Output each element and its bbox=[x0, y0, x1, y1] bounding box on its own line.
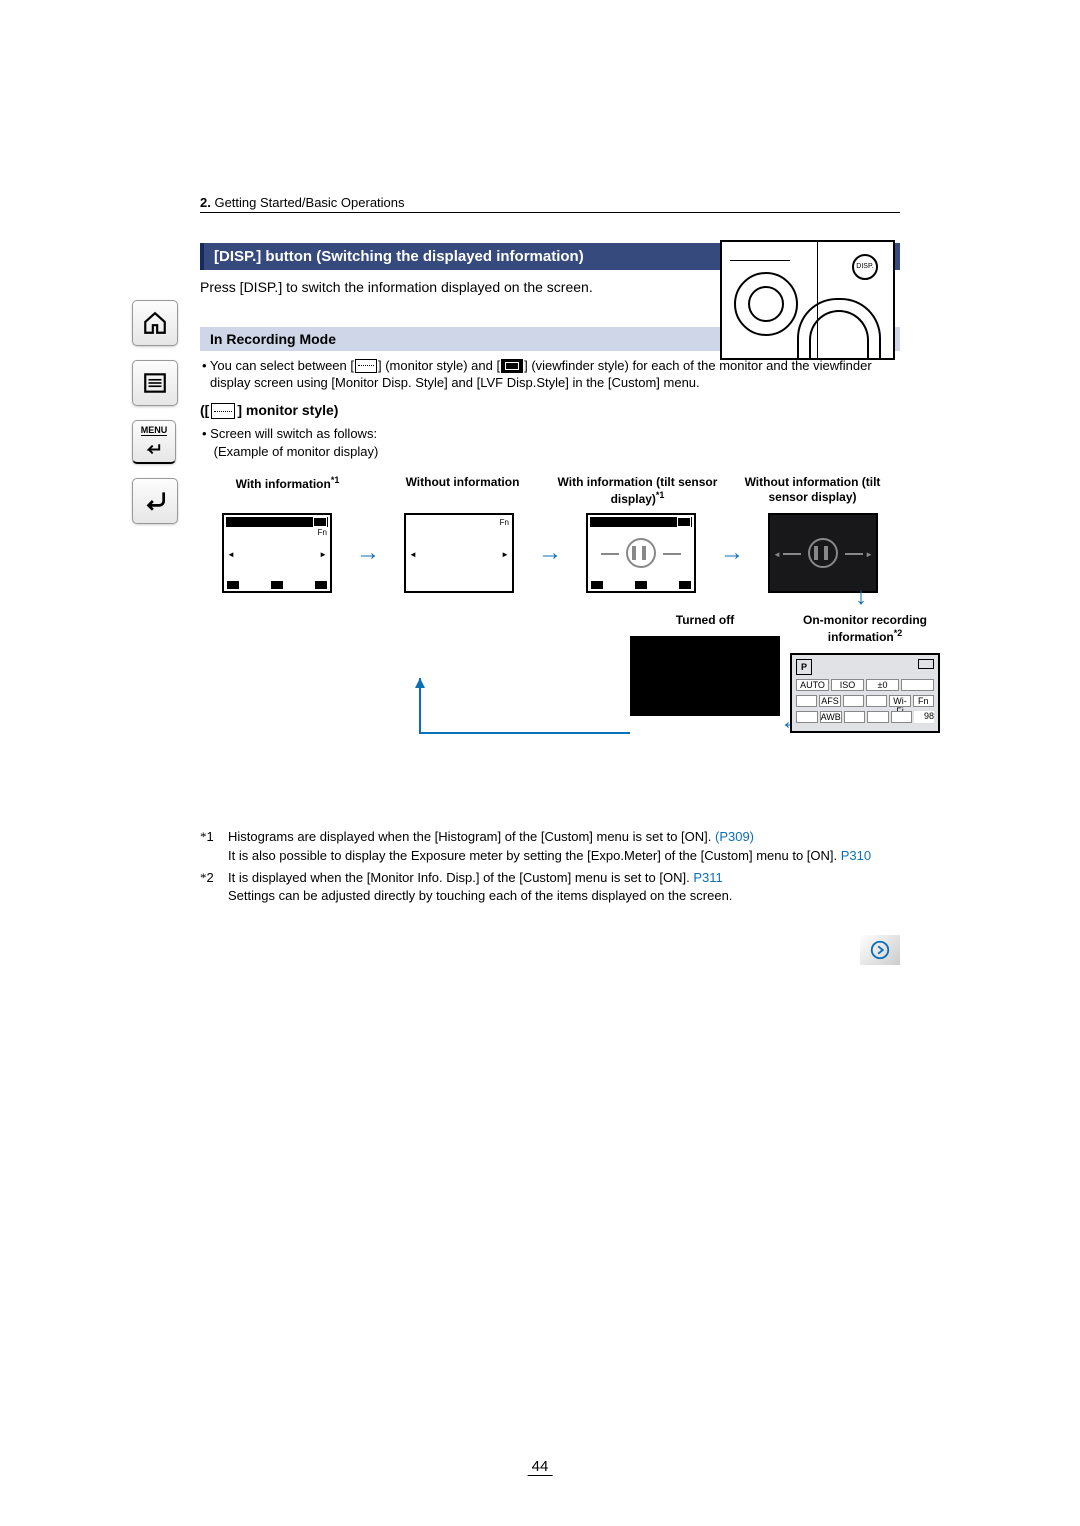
home-button[interactable] bbox=[132, 300, 178, 346]
home-icon bbox=[142, 310, 168, 336]
menu-button[interactable]: MENU bbox=[132, 420, 176, 464]
label-without-info-tilt: Without information (tilt sensor display… bbox=[725, 475, 900, 507]
label-on-monitor-info: On-monitor recording information*2 bbox=[790, 613, 940, 645]
monitor-style-heading: ([] monitor style) bbox=[200, 402, 900, 419]
toc-icon bbox=[142, 370, 168, 396]
screen-on-monitor-info: P AUTOISO±0 AFSWi-FiFn AWB98 bbox=[790, 653, 940, 733]
screen-without-info: Fn ◄ ► bbox=[404, 513, 514, 593]
footnote-mark-2: *2 bbox=[200, 869, 228, 905]
footnotes: *1 Histograms are displayed when the [Hi… bbox=[200, 828, 900, 905]
loop-arrow-icon bbox=[400, 673, 650, 793]
menu-label: MENU bbox=[141, 425, 168, 436]
breadcrumb: 2. Getting Started/Basic Operations bbox=[200, 195, 900, 210]
disp-button-callout: DISP. bbox=[852, 254, 878, 280]
link-p310[interactable]: P310 bbox=[841, 848, 871, 863]
back-icon bbox=[142, 488, 168, 514]
monitor-style-icon bbox=[355, 359, 377, 373]
bullet-switch: • Screen will switch as follows: (Exampl… bbox=[200, 425, 900, 460]
footnote-mark-1: *1 bbox=[200, 828, 228, 864]
arrow-down-icon: ↓ bbox=[855, 583, 867, 611]
link-p311[interactable]: P311 bbox=[693, 870, 722, 885]
page-number: 44 bbox=[528, 1458, 553, 1476]
label-turned-off: Turned off bbox=[630, 613, 780, 628]
screen-with-info: Fn ◄ ► bbox=[222, 513, 332, 593]
screen-turned-off bbox=[630, 636, 780, 716]
label-with-info: With information*1 bbox=[200, 475, 375, 507]
label-with-info-tilt: With information (tilt sensor display)*1 bbox=[550, 475, 725, 507]
monitor-style-icon bbox=[211, 403, 235, 419]
arrow-right-circle-icon bbox=[869, 939, 891, 961]
screen-without-info-tilt: ◄ ► bbox=[768, 513, 878, 593]
back-small-icon bbox=[141, 437, 167, 462]
arrow-right-icon: → bbox=[354, 539, 382, 567]
bullet-style-select: • You can select between [] (monitor sty… bbox=[200, 357, 900, 392]
arrow-right-icon: → bbox=[536, 539, 564, 567]
toc-button[interactable] bbox=[132, 360, 178, 406]
viewfinder-style-icon bbox=[501, 359, 523, 373]
screens-row: Fn ◄ ► → Fn ◄ ► → → ◄ ► bbox=[200, 513, 900, 593]
flow-second-row: ↓ Turned off ← On-monitor recording info… bbox=[200, 613, 900, 813]
arrow-right-icon: → bbox=[718, 539, 746, 567]
next-page-button[interactable] bbox=[860, 935, 900, 965]
screen-labels-row: With information*1 Without information W… bbox=[200, 475, 900, 507]
screen-with-info-tilt bbox=[586, 513, 696, 593]
back-button[interactable] bbox=[132, 478, 178, 524]
camera-illustration: DISP. bbox=[720, 240, 895, 360]
link-p309[interactable]: (P309) bbox=[715, 829, 754, 844]
label-without-info: Without information bbox=[375, 475, 550, 507]
